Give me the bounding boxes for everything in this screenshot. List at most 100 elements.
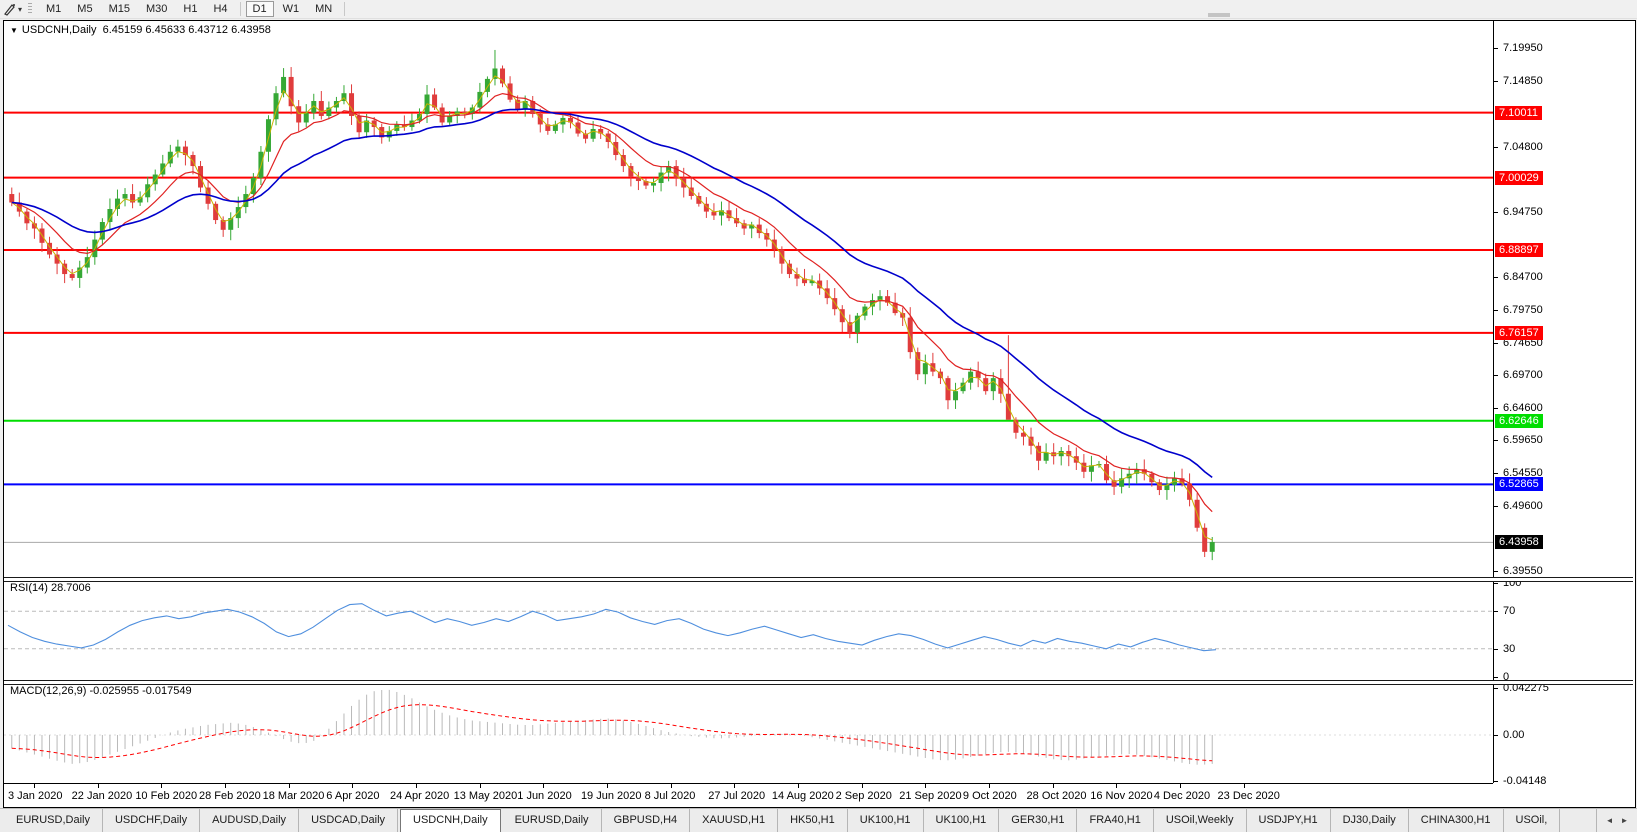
symbol-tab-usdcnh-daily[interactable]: USDCNH,Daily bbox=[400, 809, 501, 832]
price-tick-label: 7.14850 bbox=[1503, 75, 1543, 88]
date-label: 22 Jan 2020 bbox=[71, 790, 133, 802]
symbol-tab-china300-h1[interactable]: CHINA300,H1 bbox=[1409, 809, 1504, 832]
timeframe-button-m5[interactable]: M5 bbox=[70, 1, 99, 17]
candlestick-plot[interactable] bbox=[4, 21, 1493, 577]
date-label: 18 Mar 2020 bbox=[262, 790, 325, 802]
rsi-plot[interactable] bbox=[4, 580, 1493, 680]
timeframe-button-m30[interactable]: M30 bbox=[139, 1, 174, 17]
chart-ohlc-values: 6.45159 6.45633 6.43712 6.43958 bbox=[102, 24, 271, 36]
timeframe-button-d1[interactable]: D1 bbox=[245, 1, 274, 17]
symbol-tab-hk50-h1[interactable]: HK50,H1 bbox=[778, 809, 848, 832]
symbol-tab-ger30-h1[interactable]: GER30,H1 bbox=[999, 809, 1078, 832]
date-label: 3 Jan 2020 bbox=[8, 790, 63, 802]
date-tick-mark bbox=[925, 784, 927, 788]
horizontal-lines-layer[interactable] bbox=[4, 111, 1493, 486]
price-tick-label: 6.69700 bbox=[1503, 368, 1543, 381]
date-label: 1 Jun 2020 bbox=[517, 790, 572, 802]
date-label: 10 Feb 2020 bbox=[135, 790, 198, 802]
price-tick-label: 6.49600 bbox=[1503, 499, 1543, 512]
date-tick-mark bbox=[1243, 784, 1245, 788]
date-tick-mark bbox=[288, 784, 290, 788]
tabs-scroll-left-button[interactable]: ◄ bbox=[1606, 816, 1614, 825]
symbol-tab-usdjpy-h1[interactable]: USDJPY,H1 bbox=[1247, 809, 1331, 832]
date-label: 4 Dec 2020 bbox=[1153, 790, 1211, 802]
toolbar-grip[interactable] bbox=[28, 3, 33, 15]
tool-dropdown-caret-icon[interactable]: ▾ bbox=[18, 5, 22, 14]
hline-price-label[interactable]: 7.00029 bbox=[1495, 170, 1543, 185]
date-tick-mark bbox=[97, 784, 99, 788]
tab-scroll-buttons: ◄ ► bbox=[1596, 809, 1637, 832]
current-price-label: 6.43958 bbox=[1495, 535, 1543, 550]
toolbar-separator bbox=[239, 2, 241, 16]
timeframe-button-h1[interactable]: H1 bbox=[176, 1, 204, 17]
macd-panel[interactable]: MACD(12,26,9) -0.025955 -0.017549 bbox=[4, 683, 1493, 783]
symbol-tab-gbpusd-h4[interactable]: GBPUSD,H4 bbox=[602, 809, 691, 832]
panel-splitter[interactable] bbox=[4, 680, 1633, 685]
timeframe-button-mn[interactable]: MN bbox=[308, 1, 339, 17]
symbol-tab-uk100-h1[interactable]: UK100,H1 bbox=[924, 809, 1000, 832]
hline-price-label[interactable]: 6.88897 bbox=[1495, 243, 1543, 257]
price-tick-label: 6.94750 bbox=[1503, 205, 1543, 218]
chart-hscroll-thumb[interactable] bbox=[1208, 13, 1230, 17]
collapse-triangle-icon[interactable]: ▼ bbox=[10, 26, 18, 35]
axis-tick-mark bbox=[1494, 277, 1498, 279]
symbol-tab-fra40-h1[interactable]: FRA40,H1 bbox=[1077, 809, 1154, 832]
date-tick-mark bbox=[34, 784, 35, 788]
date-label: 27 Jul 2020 bbox=[708, 790, 766, 802]
tabs-scroll-right-button[interactable]: ► bbox=[1621, 816, 1629, 825]
axis-tick-mark bbox=[1494, 571, 1498, 572]
toolbar-separator bbox=[344, 2, 346, 16]
panel-splitter[interactable] bbox=[4, 577, 1633, 582]
date-tick-mark bbox=[797, 784, 799, 788]
price-panel[interactable]: ▼ USDCNH,Daily 6.45159 6.45633 6.43712 6.… bbox=[4, 21, 1493, 577]
date-label: 23 Dec 2020 bbox=[1217, 790, 1280, 802]
date-label: 6 Apr 2020 bbox=[326, 790, 380, 802]
price-tick-label: 7.04800 bbox=[1503, 140, 1543, 153]
symbol-tab-usdcad-daily[interactable]: USDCAD,Daily bbox=[299, 809, 399, 832]
symbol-tab-audusd-daily[interactable]: AUDUSD,Daily bbox=[200, 809, 300, 832]
date-tick-mark bbox=[1116, 784, 1118, 788]
date-label: 14 Aug 2020 bbox=[771, 790, 834, 802]
price-axis[interactable]: 7.19950 7.14850 7.04800 6.94750 6.84700 6.797… bbox=[1494, 21, 1634, 787]
price-tick-label: 70 bbox=[1503, 605, 1516, 618]
symbol-tab-uk100-h1[interactable]: UK100,H1 bbox=[848, 809, 924, 832]
symbol-tab-usoil-[interactable]: USOil, bbox=[1504, 809, 1561, 832]
symbol-tab-bar: EURUSD,Daily USDCHF,Daily AUDUSD,Daily USDC… bbox=[0, 808, 1637, 832]
symbol-tab-eurusd-daily[interactable]: EURUSD,Daily bbox=[503, 809, 602, 832]
timeframe-button-m15[interactable]: M15 bbox=[102, 1, 137, 17]
date-tick-mark bbox=[988, 784, 990, 788]
axis-tick-mark bbox=[1494, 408, 1498, 410]
date-label: 28 Feb 2020 bbox=[198, 790, 261, 802]
symbol-tab-usdchf-daily[interactable]: USDCHF,Daily bbox=[103, 809, 201, 832]
timeframe-button-w1[interactable]: W1 bbox=[276, 1, 307, 17]
date-label: 9 Oct 2020 bbox=[962, 790, 1017, 802]
date-tick-mark bbox=[352, 784, 354, 788]
price-tick-label: 6.79750 bbox=[1503, 303, 1543, 316]
axis-tick-mark bbox=[1494, 81, 1498, 83]
date-label: 19 Jun 2020 bbox=[580, 790, 642, 802]
axis-tick-mark bbox=[1494, 211, 1498, 213]
axis-tick-mark bbox=[1494, 648, 1498, 650]
price-tick-label: 6.39550 bbox=[1503, 565, 1543, 577]
hline-price-label[interactable]: 6.76157 bbox=[1495, 325, 1543, 340]
hline-price-label[interactable]: 6.62646 bbox=[1495, 413, 1543, 428]
symbol-tab-xauusd-h1[interactable]: XAUUSD,H1 bbox=[690, 809, 779, 832]
rsi-panel[interactable]: RSI(14) 28.7006 bbox=[4, 580, 1493, 680]
chart-window: ▼ USDCNH,Daily 6.45159 6.45633 6.43712 6.… bbox=[3, 20, 1636, 808]
date-tick-mark bbox=[479, 784, 481, 788]
axis-tick-mark bbox=[1494, 677, 1498, 678]
pen-icon bbox=[3, 3, 15, 16]
draw-tool-icon[interactable] bbox=[0, 1, 18, 17]
symbol-tab-eurusd-daily[interactable]: EURUSD,Daily bbox=[4, 809, 103, 832]
timeframe-button-m1[interactable]: M1 bbox=[39, 1, 68, 17]
price-tick-label: 0.00 bbox=[1503, 729, 1525, 741]
hline-price-label[interactable]: 6.52865 bbox=[1495, 477, 1543, 492]
timeframe-toolbar: ▾ M1 M5 M15 M30 H1 H4 D1 W1 MN bbox=[0, 0, 1637, 19]
macd-plot[interactable] bbox=[4, 683, 1493, 783]
symbol-tab-usoil-weekly[interactable]: USOil,Weekly bbox=[1154, 809, 1247, 832]
timeframe-button-h4[interactable]: H4 bbox=[206, 1, 234, 17]
hline-price-label[interactable]: 7.10011 bbox=[1495, 105, 1542, 120]
symbol-tab-dj30-daily[interactable]: DJ30,Daily bbox=[1331, 809, 1409, 832]
date-tick-mark bbox=[734, 784, 736, 788]
price-tick-label: 6.59650 bbox=[1503, 434, 1543, 447]
